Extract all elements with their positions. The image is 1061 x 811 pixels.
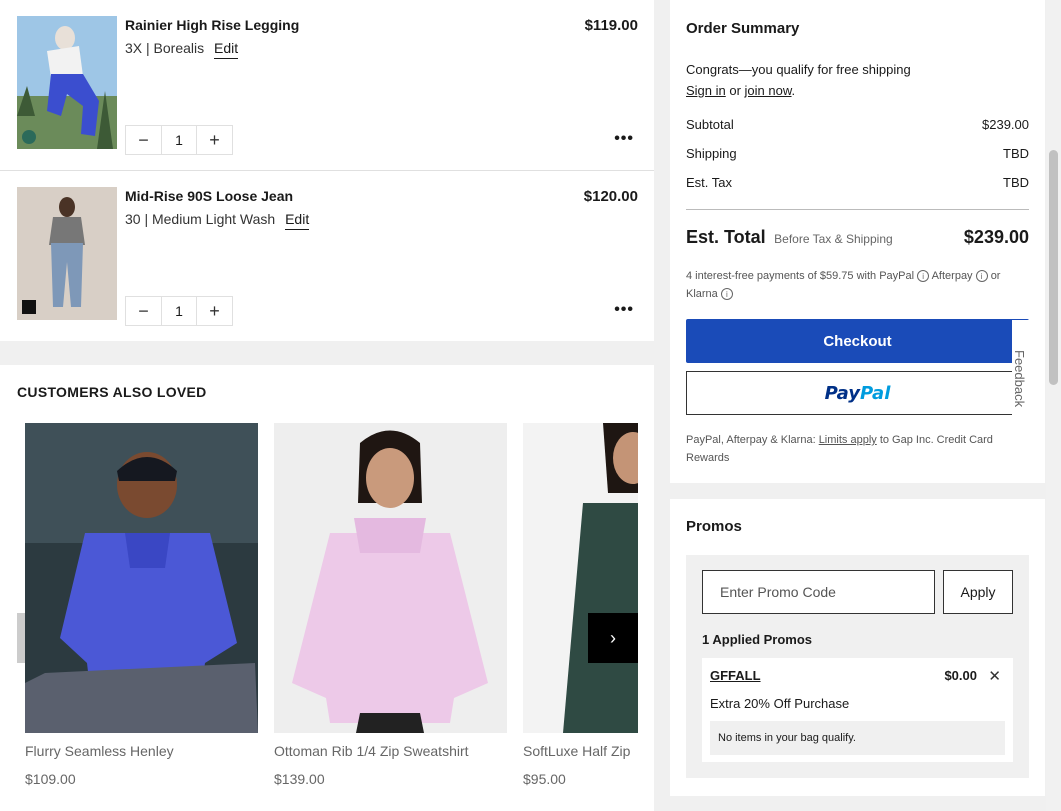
- limits-apply-link[interactable]: Limits apply: [819, 434, 877, 446]
- total-label: Est. Total: [686, 227, 766, 247]
- paypal-button[interactable]: Pay Pal: [686, 371, 1029, 415]
- installment-note: 4 interest-free payments of $59.75 with …: [686, 267, 1031, 303]
- decrease-qty-button[interactable]: −: [126, 297, 161, 325]
- total-sublabel: Before Tax & Shipping: [774, 232, 893, 246]
- promo-note: No items in your bag qualify.: [710, 721, 1005, 755]
- decrease-qty-button[interactable]: −: [126, 126, 161, 154]
- estimated-total-row: Est. Total Before Tax & Shipping $239.00: [686, 227, 1029, 248]
- product-card[interactable]: SoftLuxe Half Zip $95.00: [523, 423, 638, 787]
- increase-qty-button[interactable]: +: [197, 126, 232, 154]
- paypal-installment-text: 4 interest-free payments of $59.75 with …: [686, 270, 915, 282]
- tax-label: Est. Tax: [686, 175, 733, 190]
- promo-description: Extra 20% Off Purchase: [710, 696, 850, 711]
- bag-item: Mid-Rise 90S Loose Jean 30 | Medium Ligh…: [0, 171, 654, 342]
- shipping-value: TBD: [1003, 146, 1029, 161]
- feedback-tab[interactable]: Feedback: [1012, 320, 1032, 420]
- scrollbar[interactable]: [1046, 0, 1061, 811]
- product-card[interactable]: Flurry Seamless Henley $109.00: [25, 423, 258, 787]
- join-now-link[interactable]: join now: [745, 83, 792, 98]
- close-icon[interactable]: ✕: [988, 667, 1001, 685]
- shipping-label: Shipping: [686, 146, 737, 161]
- item-variant-text: 30 | Medium Light Wash: [125, 211, 276, 227]
- product-name[interactable]: SoftLuxe Half Zip: [523, 743, 638, 759]
- quantity-stepper: − 1 +: [125, 125, 233, 155]
- subtotal-label: Subtotal: [686, 117, 734, 132]
- product-card[interactable]: Ottoman Rib 1/4 Zip Sweatshirt $139.00: [274, 423, 507, 787]
- promo-box: Enter Promo Code Apply 1 Applied Promos …: [686, 555, 1029, 778]
- carousel-prev-button[interactable]: [17, 613, 25, 663]
- section-title: CUSTOMERS ALSO LOVED: [17, 384, 207, 400]
- subtotal-row: Subtotal $239.00: [686, 117, 1029, 132]
- paypal-logo-part: Pal: [860, 382, 891, 404]
- limits-text: PayPal, Afterpay & Klarna:: [686, 434, 819, 446]
- promo-amount: $0.00: [944, 668, 977, 683]
- divider: [686, 209, 1029, 210]
- item-variant: 3X | Borealis Edit: [125, 40, 239, 59]
- applied-promo: GFFALL $0.00 ✕ Extra 20% Off Purchase No…: [702, 658, 1013, 762]
- free-shipping-text: Congrats—you qualify for free shipping: [686, 62, 911, 77]
- product-price: $109.00: [25, 771, 76, 787]
- period-text: .: [791, 83, 796, 98]
- bag-items: Rainier High Rise Legging 3X | Borealis …: [0, 0, 654, 341]
- item-name[interactable]: Mid-Rise 90S Loose Jean: [125, 188, 293, 204]
- product-image-legging[interactable]: [17, 16, 117, 149]
- or-text: or: [725, 83, 745, 98]
- promos-title: Promos: [686, 518, 742, 535]
- product-image[interactable]: [523, 423, 638, 733]
- product-name[interactable]: Ottoman Rib 1/4 Zip Sweatshirt: [274, 743, 507, 759]
- info-icon[interactable]: i: [720, 288, 733, 301]
- shipping-row: Shipping TBD: [686, 146, 1029, 161]
- scrollbar-thumb[interactable]: [1049, 150, 1058, 385]
- item-name[interactable]: Rainier High Rise Legging: [125, 17, 299, 33]
- product-carousel: Flurry Seamless Henley $109.00 Ottoman R…: [17, 423, 638, 803]
- product-price: $139.00: [274, 771, 325, 787]
- info-icon[interactable]: i: [917, 270, 930, 283]
- increase-qty-button[interactable]: +: [197, 297, 232, 325]
- info-icon[interactable]: i: [975, 270, 988, 283]
- recommendations: CUSTOMERS ALSO LOVED Flurry Seamless Hen…: [0, 365, 654, 811]
- item-price: $119.00: [584, 17, 638, 34]
- total-value: $239.00: [963, 227, 1029, 247]
- edit-link[interactable]: Edit: [214, 40, 239, 59]
- paypal-logo-part: Pay: [824, 382, 860, 404]
- quantity-stepper: − 1 +: [125, 296, 233, 326]
- quantity-value[interactable]: 1: [161, 297, 197, 325]
- promos-panel: Promos Enter Promo Code Apply 1 Applied …: [670, 499, 1045, 796]
- item-variant: 30 | Medium Light Wash Edit: [125, 211, 310, 230]
- klarna-text: Klarna: [686, 288, 718, 300]
- summary-title: Order Summary: [686, 20, 800, 37]
- item-price: $120.00: [583, 188, 638, 205]
- edit-link[interactable]: Edit: [285, 211, 310, 230]
- sign-in-link[interactable]: Sign in: [686, 83, 726, 98]
- shipping-message: Congrats—you qualify for free shipping S…: [686, 59, 911, 101]
- product-image[interactable]: [25, 423, 258, 733]
- chevron-right-icon[interactable]: ›: [588, 613, 638, 663]
- order-summary: Order Summary Congrats—you qualify for f…: [670, 0, 1045, 483]
- product-image[interactable]: [274, 423, 507, 733]
- quantity-value[interactable]: 1: [161, 126, 197, 154]
- or-text: or: [990, 270, 1001, 282]
- checkout-button[interactable]: Checkout: [686, 319, 1029, 363]
- product-image-jean[interactable]: [17, 187, 117, 320]
- afterpay-text: Afterpay: [931, 270, 973, 282]
- promo-code-input[interactable]: Enter Promo Code: [702, 570, 935, 614]
- tax-row: Est. Tax TBD: [686, 175, 1029, 190]
- more-options-icon[interactable]: •••: [614, 130, 634, 148]
- more-options-icon[interactable]: •••: [614, 301, 634, 319]
- item-variant-text: 3X | Borealis: [125, 40, 205, 56]
- tax-value: TBD: [1003, 175, 1029, 190]
- feedback-label: Feedback: [1012, 350, 1027, 408]
- product-name[interactable]: Flurry Seamless Henley: [25, 743, 258, 759]
- product-price: $95.00: [523, 771, 566, 787]
- bag-item: Rainier High Rise Legging 3X | Borealis …: [0, 0, 654, 171]
- applied-promos-label: 1 Applied Promos: [702, 632, 813, 647]
- subtotal-value: $239.00: [982, 117, 1029, 132]
- apply-button[interactable]: Apply: [943, 570, 1013, 614]
- promo-code[interactable]: GFFALL: [710, 668, 761, 683]
- limits-note: PayPal, Afterpay & Klarna: Limits apply …: [686, 431, 1031, 467]
